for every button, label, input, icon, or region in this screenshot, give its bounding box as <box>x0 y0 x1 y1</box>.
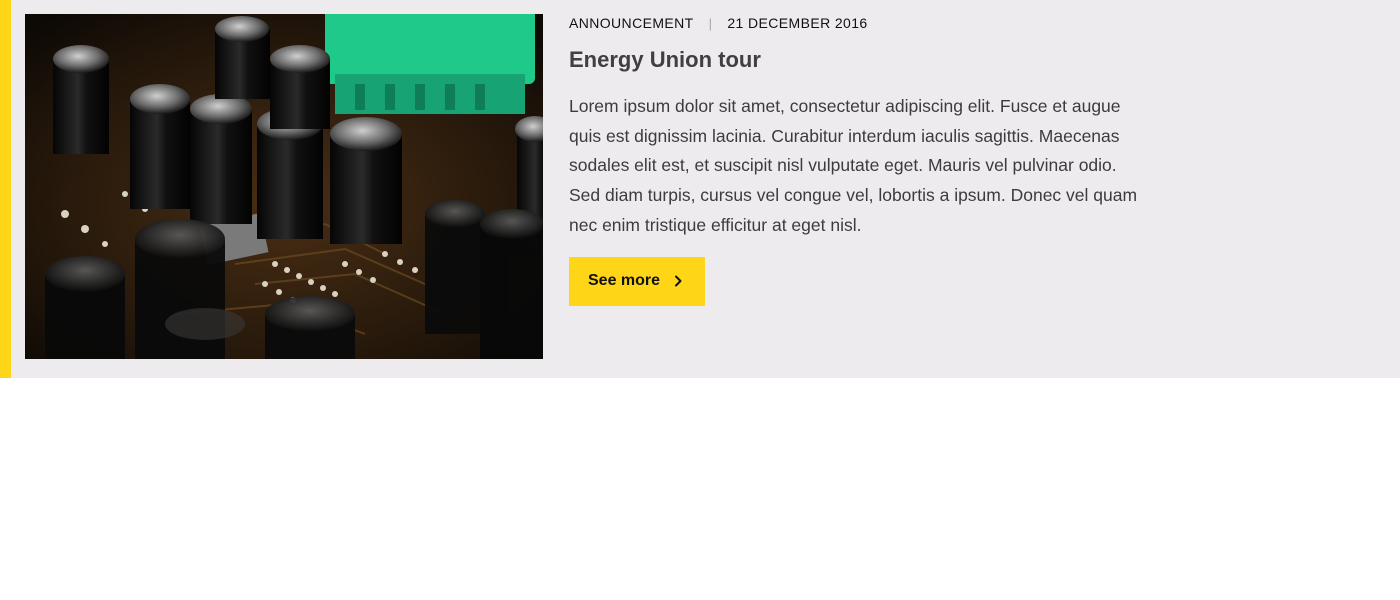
see-more-label: See more <box>588 272 661 290</box>
see-more-button[interactable]: See more <box>569 256 706 306</box>
news-card: ANNOUNCEMENT | 21 DECEMBER 2016 Energy U… <box>0 0 1400 378</box>
article-meta: ANNOUNCEMENT | 21 DECEMBER 2016 <box>569 14 1149 32</box>
meta-separator: | <box>708 15 713 31</box>
chevron-right-icon <box>675 275 682 287</box>
article-title[interactable]: Energy Union tour <box>569 47 1149 73</box>
article-content: ANNOUNCEMENT | 21 DECEMBER 2016 Energy U… <box>569 14 1149 306</box>
article-summary: Lorem ipsum dolor sit amet, consectetur … <box>569 96 1138 235</box>
article-thumbnail[interactable] <box>25 14 543 359</box>
circuit-board-image <box>25 14 543 359</box>
article-category[interactable]: ANNOUNCEMENT <box>569 15 694 31</box>
accent-bar <box>0 0 11 378</box>
article-date: 21 DECEMBER 2016 <box>727 15 868 31</box>
